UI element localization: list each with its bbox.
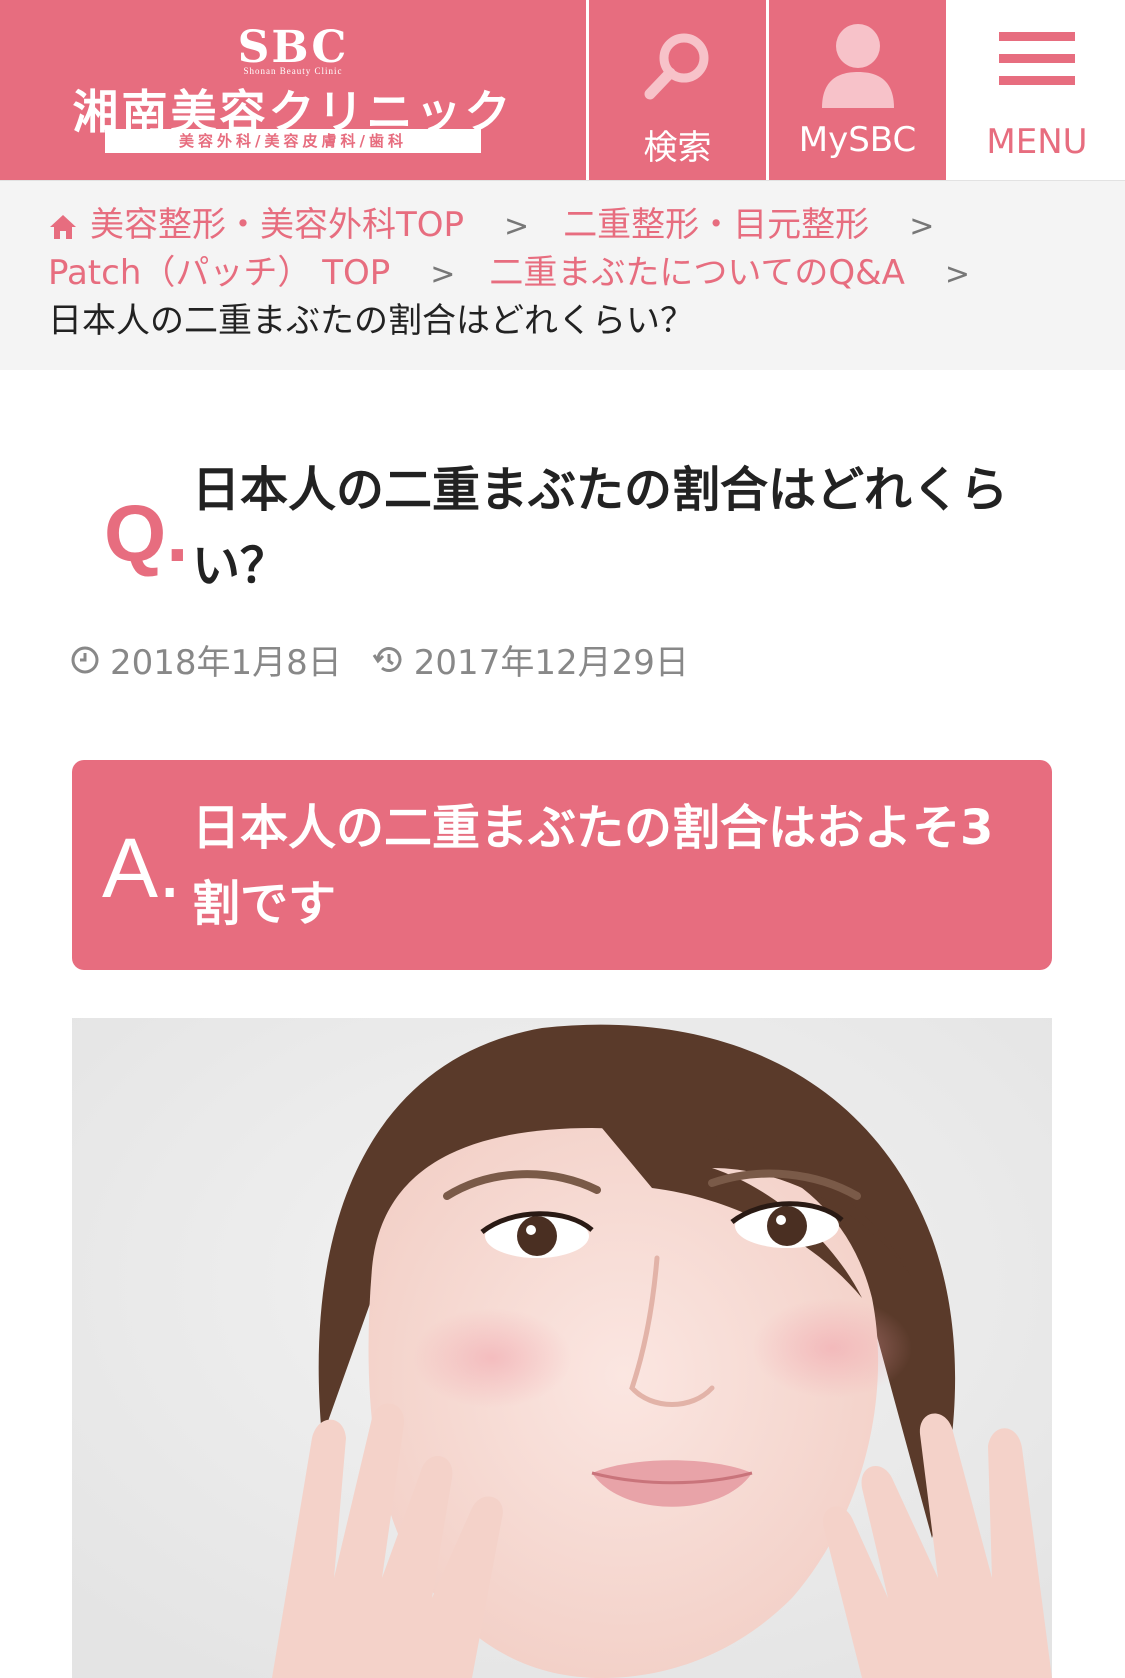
question-mark: Q.	[104, 489, 189, 578]
question-block: Q. 日本人の二重まぶたの割合はどれくらい？	[104, 450, 1034, 600]
breadcrumb-item-qa[interactable]: 二重まぶたについてのQ&A	[489, 253, 905, 293]
published-date: 2018年1月8日	[110, 643, 342, 683]
history-icon	[372, 646, 402, 672]
article-image-woman-face	[72, 1018, 1052, 1678]
answer-box: A. 日本人の二重まぶたの割合はおよそ3割です	[72, 760, 1052, 970]
breadcrumb-separator: >	[909, 209, 935, 244]
breadcrumb-item-top[interactable]: 美容整形・美容外科TOP	[90, 205, 464, 245]
breadcrumb-separator: >	[430, 257, 456, 292]
logo-brand-sub: Shonan Beauty Clinic	[243, 66, 343, 76]
breadcrumb-separator: >	[504, 209, 530, 244]
search-button[interactable]: 検索	[586, 0, 766, 180]
site-header: SBC Shonan Beauty Clinic 湘南美容クリニック 美容外科/…	[0, 0, 1125, 180]
menu-label: MENU	[986, 122, 1088, 162]
updated-date: 2017年12月29日	[413, 643, 689, 683]
mysbc-button[interactable]: MySBC	[766, 0, 946, 180]
site-logo[interactable]: SBC Shonan Beauty Clinic 湘南美容クリニック 美容外科/…	[0, 0, 586, 180]
logo-tagline: 美容外科/美容皮膚科/歯科	[105, 129, 481, 153]
answer-text: 日本人の二重まぶたの割合はおよそ3割です	[192, 800, 994, 932]
search-icon	[644, 33, 708, 100]
breadcrumb: 美容整形・美容外科TOP > 二重整形・目元整形 > Patch（パッチ） TOP > 二…	[0, 180, 1125, 370]
home-icon	[50, 214, 76, 239]
mysbc-label: MySBC	[798, 120, 917, 160]
search-label: 検索	[643, 128, 712, 168]
post-meta: 2018年1月8日 2017年12月29日	[70, 635, 689, 684]
clock-icon	[71, 646, 99, 673]
hamburger-icon	[999, 32, 1075, 85]
answer-mark: A.	[102, 821, 182, 915]
woman-face-illustration	[72, 1018, 1052, 1678]
user-icon	[821, 24, 894, 108]
breadcrumb-item-double-eyelid[interactable]: 二重整形・目元整形	[563, 205, 869, 245]
breadcrumb-item-patch[interactable]: Patch（パッチ） TOP	[48, 253, 390, 293]
menu-button[interactable]: MENU	[946, 0, 1125, 180]
breadcrumb-current: 日本人の二重まぶたの割合はどれくらい？	[48, 301, 694, 341]
breadcrumb-separator: >	[944, 257, 971, 292]
page-title: 日本人の二重まぶたの割合はどれくらい？	[192, 462, 1009, 594]
